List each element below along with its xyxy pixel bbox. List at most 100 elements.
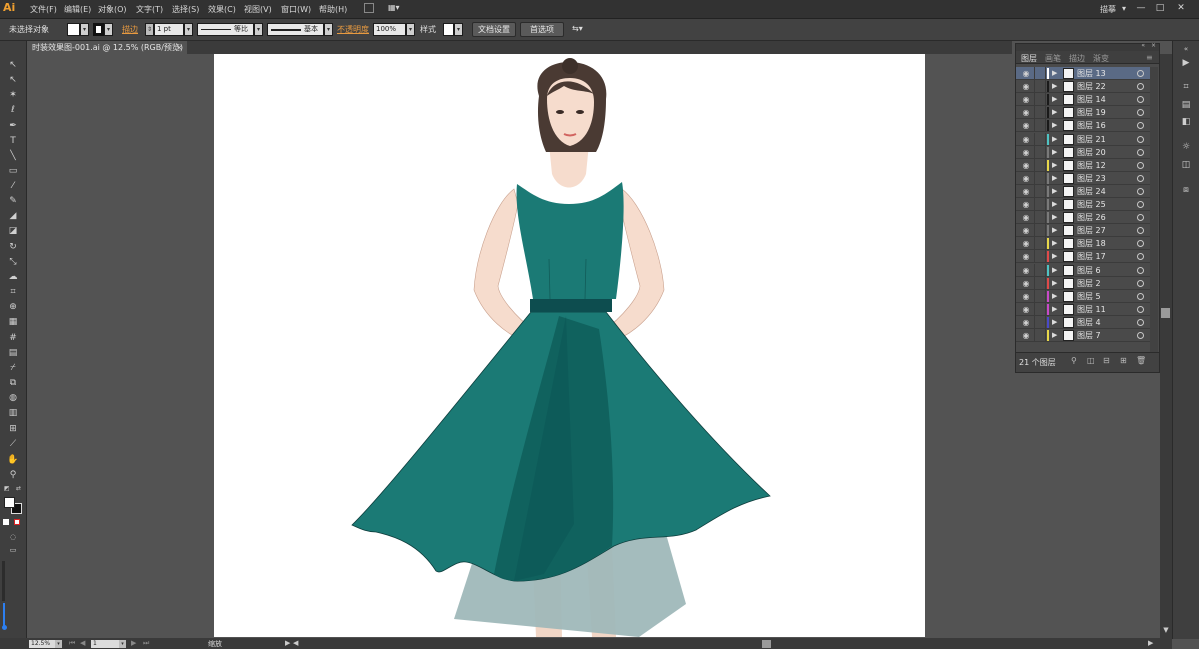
menu-help[interactable]: 帮助(H) <box>319 4 347 15</box>
pencil-tool-icon[interactable]: ✎ <box>6 195 20 208</box>
rectangle-tool-icon[interactable]: ▭ <box>6 165 20 178</box>
layer-row[interactable]: ◉ ▶ 图层 20 <box>1016 145 1157 159</box>
layer-name[interactable]: 图层 13 <box>1077 68 1106 79</box>
scroll-left-icon[interactable]: ◀ <box>293 639 298 647</box>
zoom-tool-icon[interactable]: ⚲ <box>6 469 20 482</box>
layer-target-icon[interactable] <box>1137 292 1144 300</box>
locate-object-icon[interactable]: ⚲ <box>1071 356 1077 365</box>
profile-dropdown-icon[interactable]: ▾ <box>254 23 263 36</box>
expand-arrow-icon[interactable]: ▶ <box>1052 279 1060 288</box>
variable-width-profile[interactable]: 等比 <box>197 23 254 36</box>
layer-target-icon[interactable] <box>1137 253 1144 261</box>
expand-arrow-icon[interactable]: ▶ <box>1052 161 1060 170</box>
lock-toggle[interactable] <box>1034 80 1046 93</box>
pathfinder-panel-icon[interactable]: ◧ <box>1179 116 1193 129</box>
layer-name[interactable]: 图层 11 <box>1077 304 1106 315</box>
layer-row[interactable]: ◉ ▶ 图层 19 <box>1016 106 1157 120</box>
layer-name[interactable]: 图层 21 <box>1077 134 1106 145</box>
mesh-tool-icon[interactable]: # <box>6 332 20 345</box>
lock-toggle[interactable] <box>1034 132 1046 145</box>
rotate-tool-icon[interactable]: ↻ <box>6 241 20 254</box>
layer-row[interactable]: ◉ ▶ 图层 24 <box>1016 184 1157 198</box>
lock-toggle[interactable] <box>1034 67 1046 79</box>
visibility-eye-icon[interactable]: ◉ <box>1020 252 1032 261</box>
fill-dropdown-icon[interactable]: ▾ <box>80 23 89 36</box>
make-clipping-mask-icon[interactable]: ◫ <box>1087 356 1095 365</box>
warp-tool-icon[interactable]: ☁ <box>6 271 20 284</box>
layer-target-icon[interactable] <box>1137 109 1144 117</box>
expand-arrow-icon[interactable]: ▶ <box>1052 148 1060 157</box>
layer-target-icon[interactable] <box>1137 318 1144 326</box>
menu-file[interactable]: 文件(F) <box>30 4 57 15</box>
document-tab[interactable]: 时装效果图-001.ai @ 12.5% (RGB/预览) × <box>27 41 187 54</box>
panel-collapse-icon[interactable]: « <box>1141 42 1145 49</box>
last-artboard-icon[interactable]: ⏭ <box>143 639 149 648</box>
expand-arrow-icon[interactable]: ▶ <box>1052 187 1060 196</box>
visibility-eye-icon[interactable]: ◉ <box>1020 279 1032 288</box>
tab-close-icon[interactable]: × <box>176 41 183 54</box>
layer-target-icon[interactable] <box>1137 266 1144 274</box>
layer-name[interactable]: 图层 18 <box>1077 238 1106 249</box>
layer-target-icon[interactable] <box>1137 214 1144 222</box>
graphic-style-swatch[interactable] <box>443 23 454 36</box>
lock-toggle[interactable] <box>1034 158 1046 171</box>
lock-toggle[interactable] <box>1034 184 1046 197</box>
layer-target-icon[interactable] <box>1137 187 1144 195</box>
layer-name[interactable]: 图层 2 <box>1077 278 1101 289</box>
layer-name[interactable]: 图层 12 <box>1077 160 1106 171</box>
layer-target-icon[interactable] <box>1137 227 1144 235</box>
layer-row[interactable]: ◉ ▶ 图层 12 <box>1016 158 1157 172</box>
stroke-swatch[interactable] <box>93 23 104 36</box>
opacity-field[interactable]: 100% <box>373 23 406 36</box>
new-layer-icon[interactable]: ⊞ <box>1120 356 1127 365</box>
zoom-field[interactable]: 12.5% <box>29 640 55 648</box>
expand-arrow-icon[interactable]: ▶ <box>1052 266 1060 275</box>
artboard-dropdown-icon[interactable]: ▾ <box>119 640 126 648</box>
expand-arrow-icon[interactable]: ▶ <box>1052 252 1060 261</box>
lock-toggle[interactable] <box>1034 93 1046 106</box>
workspace-chevron-icon[interactable]: ▾ <box>1122 4 1126 13</box>
visibility-eye-icon[interactable]: ◉ <box>1020 69 1032 78</box>
layer-row[interactable]: ◉ ▶ 图层 17 <box>1016 250 1157 264</box>
visibility-eye-icon[interactable]: ◉ <box>1020 305 1032 314</box>
paintbrush-tool-icon[interactable]: ⁄ <box>6 180 20 193</box>
bridge-icon[interactable] <box>364 3 374 13</box>
stroke-weight-dropdown-icon[interactable]: ▾ <box>184 23 193 36</box>
lock-toggle[interactable] <box>1034 250 1046 263</box>
expand-arrow-icon[interactable]: ▶ <box>1052 108 1060 117</box>
layer-row[interactable]: ◉ ▶ 图层 14 <box>1016 93 1157 107</box>
swap-colors-icon[interactable]: ⇄ <box>16 485 22 492</box>
visibility-eye-icon[interactable]: ◉ <box>1020 161 1032 170</box>
line-tool-icon[interactable]: ╲ <box>6 150 20 163</box>
pen-tool-icon[interactable]: ✒ <box>6 120 20 133</box>
lock-toggle[interactable] <box>1034 289 1046 302</box>
layer-name[interactable]: 图层 7 <box>1077 330 1101 341</box>
menu-window[interactable]: 窗口(W) <box>281 4 311 15</box>
stroke-weight-field[interactable]: 1 pt <box>154 23 184 36</box>
layer-target-icon[interactable] <box>1137 83 1144 91</box>
magic-wand-tool-icon[interactable]: ✶ <box>6 89 20 102</box>
style-dropdown-icon[interactable]: ▾ <box>454 23 463 36</box>
expand-arrow-icon[interactable]: ▶ <box>1052 121 1060 130</box>
appearance-panel-icon[interactable]: ☼ <box>1179 141 1193 154</box>
layer-row[interactable]: ◉ ▶ 图层 11 <box>1016 302 1157 316</box>
layer-row[interactable]: ◉ ▶ 图层 23 <box>1016 171 1157 185</box>
panel-menu-icon[interactable]: ≡ <box>1146 53 1153 62</box>
visibility-eye-icon[interactable]: ◉ <box>1020 331 1032 340</box>
maximize-button[interactable]: □ <box>1151 2 1169 14</box>
free-transform-tool-icon[interactable]: ⌗ <box>6 286 20 299</box>
scroll-right-icon[interactable]: ▶ <box>1148 639 1153 647</box>
scale-tool-icon[interactable]: ⤡ <box>6 256 20 269</box>
layer-row[interactable]: ◉ ▶ 图层 16 <box>1016 119 1157 133</box>
layer-name[interactable]: 图层 27 <box>1077 225 1106 236</box>
layer-name[interactable]: 图层 17 <box>1077 251 1106 262</box>
layer-target-icon[interactable] <box>1137 201 1144 208</box>
delete-layer-icon[interactable]: 🗑 <box>1136 356 1146 365</box>
vertical-scrollbar[interactable]: ▼ <box>1160 54 1172 638</box>
lock-toggle[interactable] <box>1034 119 1046 132</box>
layer-name[interactable]: 图层 16 <box>1077 120 1106 131</box>
default-colors-icon[interactable]: ◩ <box>4 485 10 492</box>
layer-row[interactable]: ◉ ▶ 图层 2 <box>1016 276 1157 290</box>
lock-toggle[interactable] <box>1034 171 1046 184</box>
lasso-tool-icon[interactable]: ℓ <box>6 104 20 117</box>
